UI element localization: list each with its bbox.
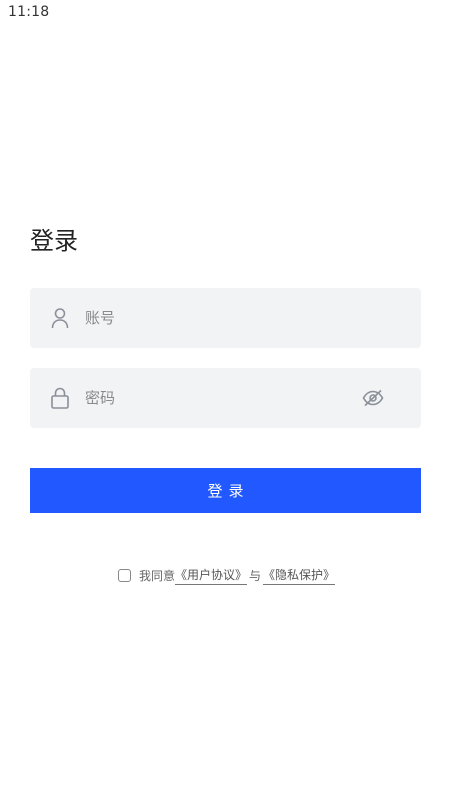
eye-icon[interactable] — [362, 388, 384, 408]
password-input[interactable] — [85, 384, 355, 412]
agreement-separator: 与 — [249, 568, 262, 583]
page-title: 登录 — [30, 227, 78, 255]
user-agreement-link[interactable]: 《用户协议》 — [175, 566, 248, 585]
status-bar: 11:18 — [0, 0, 450, 26]
account-input[interactable] — [85, 304, 355, 332]
agreement-checkbox[interactable] — [118, 568, 131, 582]
agreement-row: 我同意 《用户协议》 与 《隐私保护》 — [118, 564, 336, 586]
status-time: 11:18 — [8, 4, 50, 20]
account-field[interactable] — [30, 288, 421, 348]
agreement-prefix: 我同意 — [139, 568, 176, 583]
lock-icon — [50, 387, 70, 409]
privacy-policy-link[interactable]: 《隐私保护》 — [263, 566, 336, 585]
password-field[interactable] — [30, 368, 421, 428]
login-button[interactable]: 登录 — [30, 468, 421, 513]
user-icon — [50, 307, 70, 329]
